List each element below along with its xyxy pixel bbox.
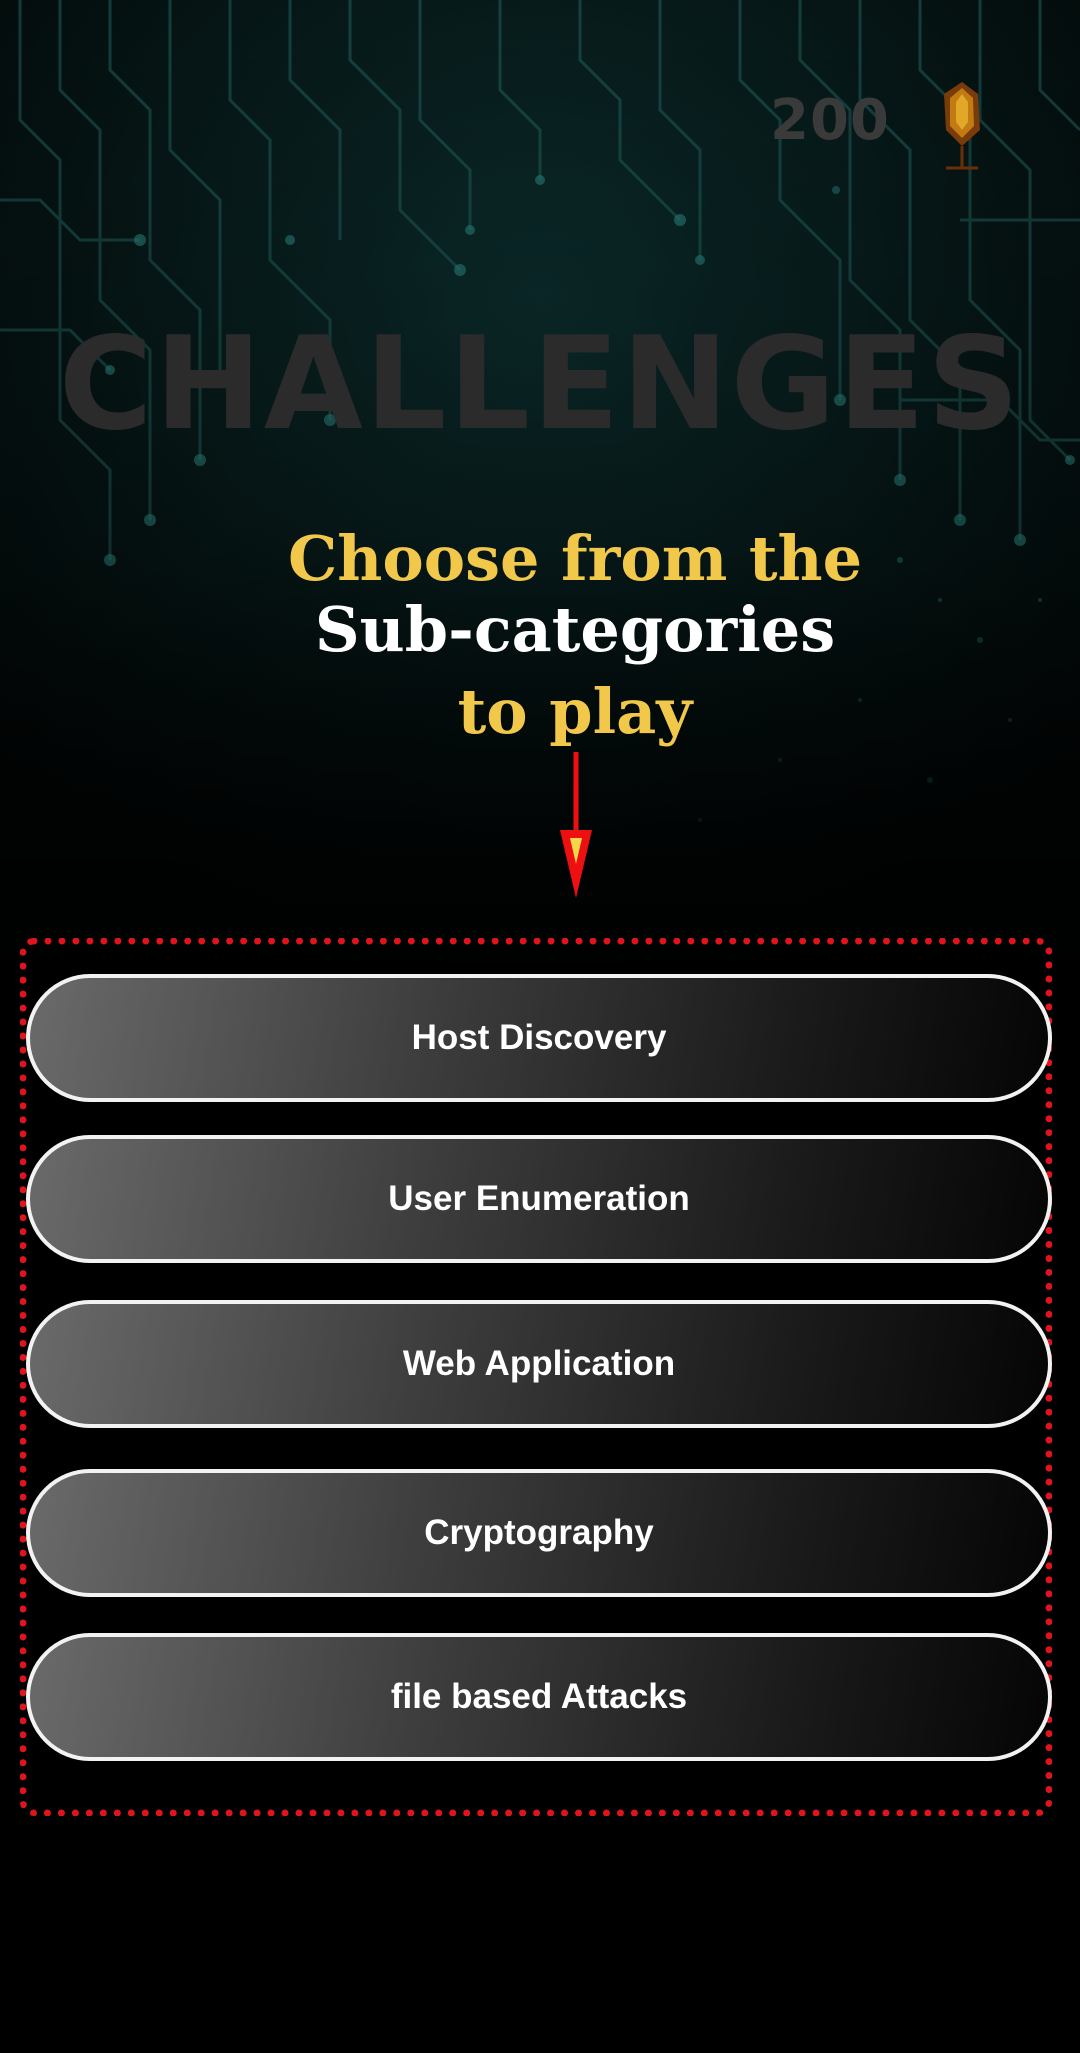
coin-counter: 200: [740, 80, 1000, 170]
instructions: Choose from the Sub-categories to play: [0, 520, 1080, 762]
subcategory-user-enumeration-button[interactable]: User Enumeration: [26, 1135, 1052, 1263]
subcategory-host-discovery-button[interactable]: Host Discovery: [26, 974, 1052, 1102]
subcategory-label: Cryptography: [424, 1513, 654, 1552]
down-arrow-icon: [560, 752, 592, 898]
subcategory-cryptography-button[interactable]: Cryptography: [26, 1469, 1052, 1597]
subcategory-label: file based Attacks: [390, 1677, 688, 1716]
subcategory-label: Web Application: [402, 1344, 676, 1383]
page-title: CHALLENGES: [58, 310, 1022, 459]
subcategory-label: Host Discovery: [411, 1018, 667, 1057]
coin-count: 200: [770, 88, 890, 153]
subcategory-label: User Enumeration: [388, 1179, 690, 1218]
instruction-line-1: Choose from the: [287, 522, 863, 595]
instruction-line-3: to play: [457, 675, 693, 748]
subcategory-web-application-button[interactable]: Web Application: [26, 1300, 1052, 1428]
gem-icon: [944, 82, 980, 170]
subcategory-file-based-attacks-button[interactable]: file based Attacks: [26, 1633, 1052, 1761]
instruction-line-2: Sub-categories: [314, 593, 836, 666]
